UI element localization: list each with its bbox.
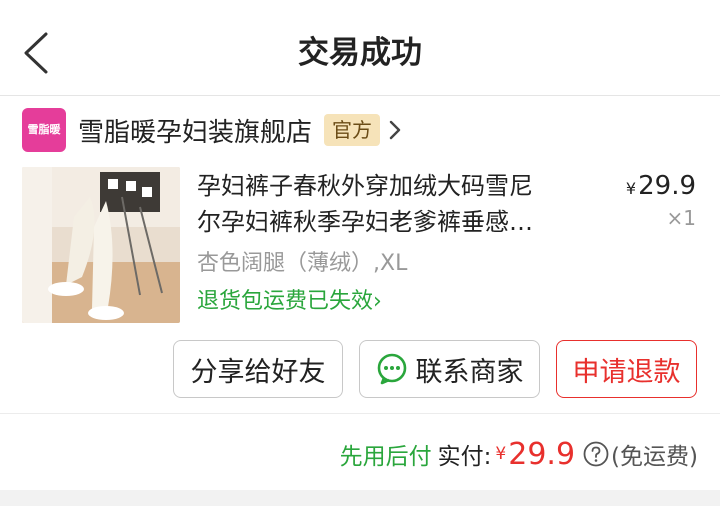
chevron-right-icon[interactable] bbox=[388, 119, 402, 141]
page-title: 交易成功 bbox=[298, 35, 422, 71]
contact-seller-button[interactable]: 联系商家 bbox=[359, 340, 540, 398]
product-title[interactable]: 孕妇裤子春秋外穿加绒大码雪尼 尔孕妇裤秋季孕妇老爹裤垂感… bbox=[197, 168, 597, 240]
product-title-line-1: 孕妇裤子春秋外穿加绒大码雪尼 bbox=[197, 172, 533, 200]
request-refund-button[interactable]: 申请退款 bbox=[556, 340, 697, 398]
official-badge: 官方 bbox=[324, 114, 381, 146]
product-quantity: ×1 bbox=[666, 206, 696, 230]
question-circle-icon[interactable] bbox=[583, 441, 609, 467]
paid-currency: ¥ bbox=[495, 444, 507, 464]
return-note-text: 退货包运费已失效 bbox=[197, 289, 374, 314]
pay-later-label: 先用后付 bbox=[339, 444, 432, 470]
product-spec: 杏色阔腿（薄绒）,XL bbox=[197, 251, 408, 276]
product-title-line-2: 尔孕妇裤秋季孕妇老爹裤垂感… bbox=[197, 208, 533, 236]
divider bbox=[0, 413, 720, 414]
return-note-chevron: › bbox=[373, 289, 382, 314]
order-detail-page: 交易成功 雪脂暖 雪脂暖孕妇装旗舰店 官方 孕妇裤子春秋外穿加绒大码雪尼 尔孕妇… bbox=[0, 0, 720, 506]
paid-amount: 29.9 bbox=[508, 436, 576, 472]
price-value: 29.9 bbox=[638, 171, 696, 201]
store-logo: 雪脂暖 bbox=[22, 108, 66, 152]
bottom-strip bbox=[0, 490, 720, 506]
currency-symbol: ¥ bbox=[625, 179, 637, 198]
header: 交易成功 bbox=[0, 0, 720, 96]
shipping-note: (免运费) bbox=[611, 444, 698, 470]
contact-seller-label: 联系商家 bbox=[415, 356, 524, 388]
paid-label: 实付: bbox=[437, 444, 492, 470]
share-button[interactable]: 分享给好友 bbox=[173, 340, 343, 398]
store-row[interactable]: 雪脂暖 雪脂暖孕妇装旗舰店 官方 bbox=[22, 108, 402, 152]
payment-summary: 先用后付 实付: ¥ 29.9 (免运费) bbox=[340, 432, 698, 476]
store-name[interactable]: 雪脂暖孕妇装旗舰店 bbox=[78, 112, 312, 149]
chat-icon bbox=[377, 353, 406, 385]
product-image[interactable] bbox=[22, 167, 180, 323]
return-shipping-note[interactable]: 退货包运费已失效› bbox=[197, 286, 382, 318]
